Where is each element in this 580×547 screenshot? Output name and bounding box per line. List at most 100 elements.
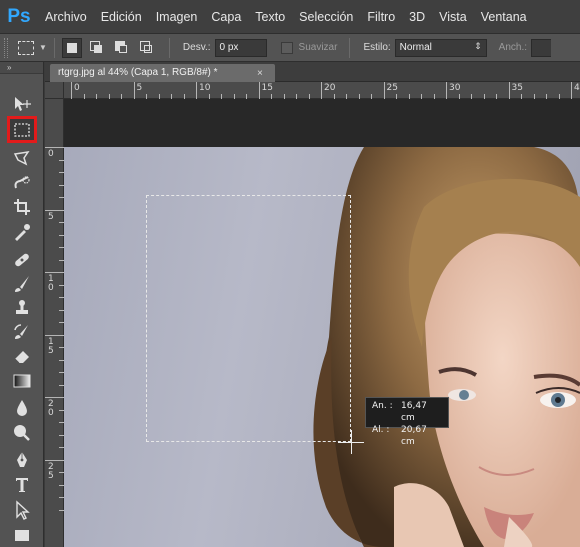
- separator: [53, 37, 55, 58]
- rectangular-marquee-tool[interactable]: [7, 116, 37, 143]
- menu-imagen[interactable]: Imagen: [149, 10, 205, 24]
- ruler-tick-major: [45, 209, 64, 211]
- ruler-tick-major: [446, 82, 447, 99]
- history-brush-icon: [14, 324, 28, 339]
- new-selection-icon: [66, 42, 77, 53]
- eyedropper-tool[interactable]: [9, 220, 35, 244]
- type-icon: [16, 478, 28, 492]
- ruler-label: 10: [48, 274, 54, 293]
- vertical-ruler[interactable]: 0 5 10 15 20 25: [45, 99, 64, 547]
- intersect-selection-icon: [140, 41, 153, 53]
- menu-filtro[interactable]: Filtro: [360, 10, 402, 24]
- height-value: 20,67 cm: [401, 425, 427, 447]
- move-tool[interactable]: [9, 92, 35, 116]
- document-tab-strip: rtgrg.jpg al 44% (Capa 1, RGB/8#) * ×: [45, 62, 580, 82]
- quick-selection-tool[interactable]: [9, 171, 35, 195]
- menu-capa[interactable]: Capa: [204, 10, 248, 24]
- clone-stamp-tool[interactable]: [9, 296, 35, 320]
- options-bar-grip[interactable]: [4, 37, 8, 58]
- width-label: Anch.:: [498, 42, 528, 53]
- ruler-tick-major: [508, 82, 510, 99]
- menu-archivo[interactable]: Archivo: [38, 10, 94, 24]
- crop-tool[interactable]: [9, 195, 35, 219]
- style-select-value: Normal: [399, 41, 432, 53]
- menu-seleccion[interactable]: Selección: [292, 10, 360, 24]
- ruler-tick-major: [45, 397, 64, 398]
- close-icon[interactable]: ×: [257, 68, 263, 79]
- dodge-icon: [14, 425, 30, 441]
- antialias-label: Suavizar: [298, 42, 338, 53]
- ruler-tick-major: [383, 82, 385, 99]
- eraser-tool[interactable]: [9, 344, 35, 368]
- dodge-tool[interactable]: [9, 420, 35, 444]
- history-brush-tool[interactable]: [9, 320, 35, 344]
- ruler-label: 10: [199, 83, 211, 93]
- width-value: 16,47 cm: [401, 401, 427, 423]
- ruler-label: 5: [136, 83, 143, 93]
- add-selection-icon: [90, 41, 103, 53]
- crosshair-cursor: [351, 430, 352, 454]
- ruler-tick-major: [45, 147, 64, 148]
- feather-input[interactable]: 0 px: [214, 38, 267, 57]
- spot-healing-icon: [15, 253, 29, 267]
- horizontal-ruler[interactable]: 0 5 10 15 20 25 30 35 40: [64, 82, 580, 99]
- ruler-tick-major: [133, 82, 135, 99]
- ruler-label: 40: [574, 83, 580, 93]
- document-tab[interactable]: rtgrg.jpg al 44% (Capa 1, RGB/8#) * ×: [50, 64, 275, 82]
- ruler-tick-major: [71, 82, 72, 99]
- photoshop-logo: Ps: [7, 5, 31, 27]
- brush-tool[interactable]: [9, 272, 35, 296]
- rectangular-marquee-icon: [14, 122, 30, 137]
- antialias-checkbox[interactable]: [280, 41, 293, 54]
- pen-icon: [17, 452, 27, 467]
- ruler-label: 5: [48, 211, 54, 222]
- tool-preset-dropdown-icon[interactable]: ▼: [39, 43, 47, 52]
- intersect-selection-button[interactable]: [137, 38, 157, 58]
- ruler-label: 20: [324, 83, 336, 93]
- rectangle-icon: [15, 530, 29, 541]
- pen-tool[interactable]: [9, 448, 35, 472]
- path-selection-tool[interactable]: [9, 498, 35, 522]
- ruler-label: 15: [48, 336, 54, 356]
- brush-icon: [15, 276, 29, 292]
- crop-icon: [14, 199, 30, 215]
- feather-label: Desv.:: [182, 42, 211, 53]
- ruler-tick-major: [45, 459, 64, 461]
- menu-edicion[interactable]: Edición: [94, 10, 149, 24]
- eraser-icon: [14, 351, 29, 364]
- rectangle-tool[interactable]: [9, 523, 35, 547]
- new-selection-button[interactable]: [61, 37, 82, 58]
- menu-ventana[interactable]: Ventana: [474, 10, 534, 24]
- ruler-label: 0: [74, 83, 80, 93]
- select-arrows-icon: ⇕: [474, 40, 482, 51]
- gradient-tool[interactable]: [9, 369, 35, 393]
- tools-panel: »: [0, 62, 44, 547]
- menu-texto[interactable]: Texto: [248, 10, 292, 24]
- menu-vista[interactable]: Vista: [432, 10, 474, 24]
- add-to-selection-button[interactable]: [87, 38, 107, 58]
- move-icon: [15, 97, 31, 111]
- blur-tool[interactable]: [9, 396, 35, 420]
- style-select[interactable]: Normal ⇕: [394, 38, 487, 57]
- spot-healing-tool[interactable]: [9, 248, 35, 272]
- document-canvas[interactable]: [64, 147, 580, 547]
- ruler-tick-major: [45, 334, 64, 336]
- height-label: Al. :: [372, 425, 390, 435]
- ruler-tick-major: [571, 82, 572, 99]
- ruler-label: 15: [261, 83, 273, 93]
- subtract-from-selection-button[interactable]: [112, 38, 132, 58]
- ruler-tick-major: [45, 272, 64, 273]
- gradient-icon: [13, 374, 31, 388]
- tool-preset-marquee-icon[interactable]: [18, 40, 34, 55]
- ruler-tick-major: [321, 82, 322, 99]
- ruler-label: 25: [386, 83, 398, 93]
- width-input[interactable]: [531, 38, 552, 57]
- type-tool[interactable]: [9, 473, 35, 497]
- lasso-tool[interactable]: [9, 146, 35, 170]
- menu-3d[interactable]: 3D: [402, 10, 432, 24]
- clone-stamp-icon: [16, 300, 28, 314]
- ruler-label: 35: [511, 83, 523, 93]
- tools-collapse-button[interactable]: »: [0, 62, 43, 74]
- ruler-corner[interactable]: [45, 82, 64, 99]
- ruler-tick-major: [196, 82, 197, 99]
